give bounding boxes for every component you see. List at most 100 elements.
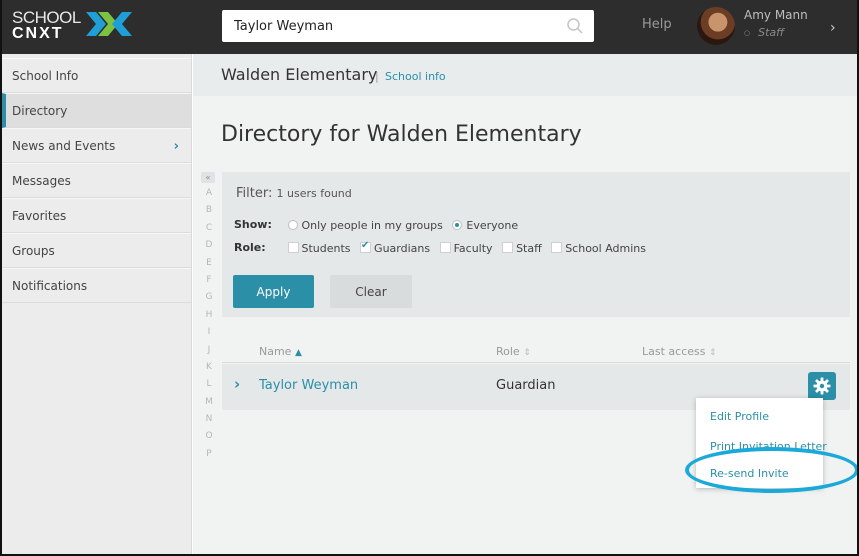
role-option-school-admins[interactable]: School Admins	[551, 241, 647, 255]
expand-row-icon[interactable]: ›	[234, 375, 240, 393]
option-label: Everyone	[466, 218, 519, 232]
sidebar-item-notifications[interactable]: Notifications	[2, 268, 191, 303]
highlight-annotation	[685, 447, 857, 493]
checkbox[interactable]	[551, 241, 563, 253]
role-option-students[interactable]: Students	[287, 241, 351, 255]
table-header: Name ▲ Role ⇕ Last access ⇕	[222, 341, 850, 363]
sidebar-item-favorites[interactable]: Favorites	[2, 198, 191, 233]
alpha-letter[interactable]: C	[201, 220, 217, 237]
alpha-letter[interactable]: O	[201, 428, 217, 445]
alphabet-index: « A B C D E F G H I J K L M N O P	[201, 172, 217, 463]
sidebar-item-label: Notifications	[12, 279, 88, 293]
alpha-letter[interactable]: H	[201, 307, 217, 324]
alpha-letter[interactable]: I	[201, 324, 217, 341]
radio-button[interactable]	[287, 219, 298, 230]
chevron-right-icon: ›	[173, 139, 179, 154]
user-role-cell: Guardian	[496, 378, 556, 393]
sort-icon: ⇕	[523, 348, 531, 358]
breadcrumb: Walden Elementary | School info	[193, 54, 857, 96]
checkbox[interactable]	[502, 241, 514, 253]
sidebar-item-label: School Info	[12, 69, 79, 83]
column-label: Role	[496, 345, 520, 358]
alpha-letter[interactable]: F	[201, 272, 217, 289]
user-name[interactable]: Amy Mann	[744, 8, 808, 22]
column-header-name[interactable]: Name ▲	[259, 345, 302, 358]
role-option-guardians[interactable]: Guardians	[360, 240, 431, 255]
alpha-letter[interactable]: G	[201, 289, 217, 306]
option-label: School Admins	[565, 241, 647, 255]
search-icon[interactable]	[566, 17, 584, 35]
alpha-letter[interactable]: K	[201, 359, 217, 376]
alpha-letter[interactable]: A	[201, 185, 217, 202]
option-label: Staff	[516, 241, 542, 255]
user-name-link[interactable]: Taylor Weyman	[259, 378, 358, 393]
column-label: Name	[259, 345, 292, 358]
help-link[interactable]: Help	[642, 17, 672, 32]
show-filter-row: Show: Only people in my groups Everyone	[234, 218, 524, 232]
sort-icon: ⇕	[708, 348, 717, 358]
top-bar: SCHOOL CNXT Help Amy Mann Staff ›	[2, 0, 857, 54]
sidebar-item-groups[interactable]: Groups	[2, 233, 191, 268]
sidebar-item-school-info[interactable]: School Info	[2, 58, 191, 93]
role-option-faculty[interactable]: Faculty	[439, 241, 493, 255]
sort-ascending-icon: ▲	[294, 348, 302, 358]
alpha-letter[interactable]: E	[201, 255, 217, 272]
sidebar-item-label: Messages	[12, 174, 71, 188]
sidebar-item-label: Favorites	[12, 209, 67, 223]
breadcrumb-separator: |	[375, 70, 379, 83]
school-name: Walden Elementary	[221, 65, 378, 84]
logo-line-2: CNXT	[12, 25, 64, 42]
radio-button-selected[interactable]	[452, 219, 463, 230]
role-filter-row: Role: Students Guardians Faculty Staff S…	[234, 240, 652, 255]
menu-item-edit-profile[interactable]: Edit Profile	[710, 410, 769, 423]
filter-panel: Filter: 1 users found Show: Only people …	[222, 172, 850, 317]
checkbox-checked[interactable]	[360, 240, 372, 253]
logo-mark-icon	[86, 12, 132, 36]
role-option-staff[interactable]: Staff	[502, 241, 542, 255]
sidebar-item-news-and-events[interactable]: News and Events ›	[2, 128, 191, 163]
gear-icon	[813, 377, 831, 395]
search-input[interactable]	[222, 10, 562, 42]
column-header-last-access[interactable]: Last access ⇕	[642, 345, 717, 358]
option-label: Guardians	[374, 241, 431, 255]
alpha-letter[interactable]: D	[201, 237, 217, 254]
page-title: Directory for Walden Elementary	[221, 122, 582, 147]
user-avatar[interactable]	[697, 7, 735, 45]
search-box	[222, 10, 594, 42]
option-label: Only people in my groups	[301, 218, 443, 232]
alpha-letter[interactable]: L	[201, 376, 217, 393]
filter-title: Filter: 1 users found	[236, 186, 352, 201]
chevron-right-icon[interactable]: ›	[830, 20, 836, 36]
school-cnxt-logo[interactable]: SCHOOL CNXT	[12, 8, 142, 46]
alpha-letter[interactable]: J	[201, 342, 217, 359]
sidebar-item-label: News and Events	[12, 139, 116, 153]
sidebar-item-label: Directory	[12, 104, 68, 118]
app-frame: SCHOOL CNXT Help Amy Mann Staff › School…	[0, 0, 859, 556]
option-label: Faculty	[453, 241, 493, 255]
show-option-my-groups[interactable]: Only people in my groups	[287, 218, 443, 232]
alpha-letter[interactable]: M	[201, 394, 217, 411]
show-label: Show:	[234, 218, 272, 231]
checkbox[interactable]	[287, 241, 299, 253]
filter-label: Filter:	[236, 186, 273, 201]
school-info-link[interactable]: School info	[385, 70, 446, 83]
option-label: Students	[301, 241, 351, 255]
alpha-letter[interactable]: P	[201, 446, 217, 463]
user-role: Staff	[744, 26, 784, 39]
results-count: 1 users found	[276, 187, 352, 200]
sidebar-item-label: Groups	[12, 244, 55, 258]
sidebar-item-messages[interactable]: Messages	[2, 163, 191, 198]
collapse-index-toggle[interactable]: «	[201, 172, 215, 183]
alpha-letter[interactable]: N	[201, 411, 217, 428]
clear-button[interactable]: Clear	[330, 275, 412, 308]
column-label: Last access	[642, 345, 706, 358]
sidebar: School Info Directory News and Events › M…	[2, 54, 192, 554]
sidebar-item-directory[interactable]: Directory	[2, 93, 191, 128]
alpha-letter[interactable]: B	[201, 202, 217, 219]
column-header-role[interactable]: Role ⇕	[496, 345, 531, 358]
row-settings-button[interactable]	[808, 372, 836, 400]
show-option-everyone[interactable]: Everyone	[452, 219, 518, 232]
apply-button[interactable]: Apply	[233, 275, 314, 308]
role-label: Role:	[234, 241, 266, 254]
checkbox[interactable]	[439, 241, 451, 253]
